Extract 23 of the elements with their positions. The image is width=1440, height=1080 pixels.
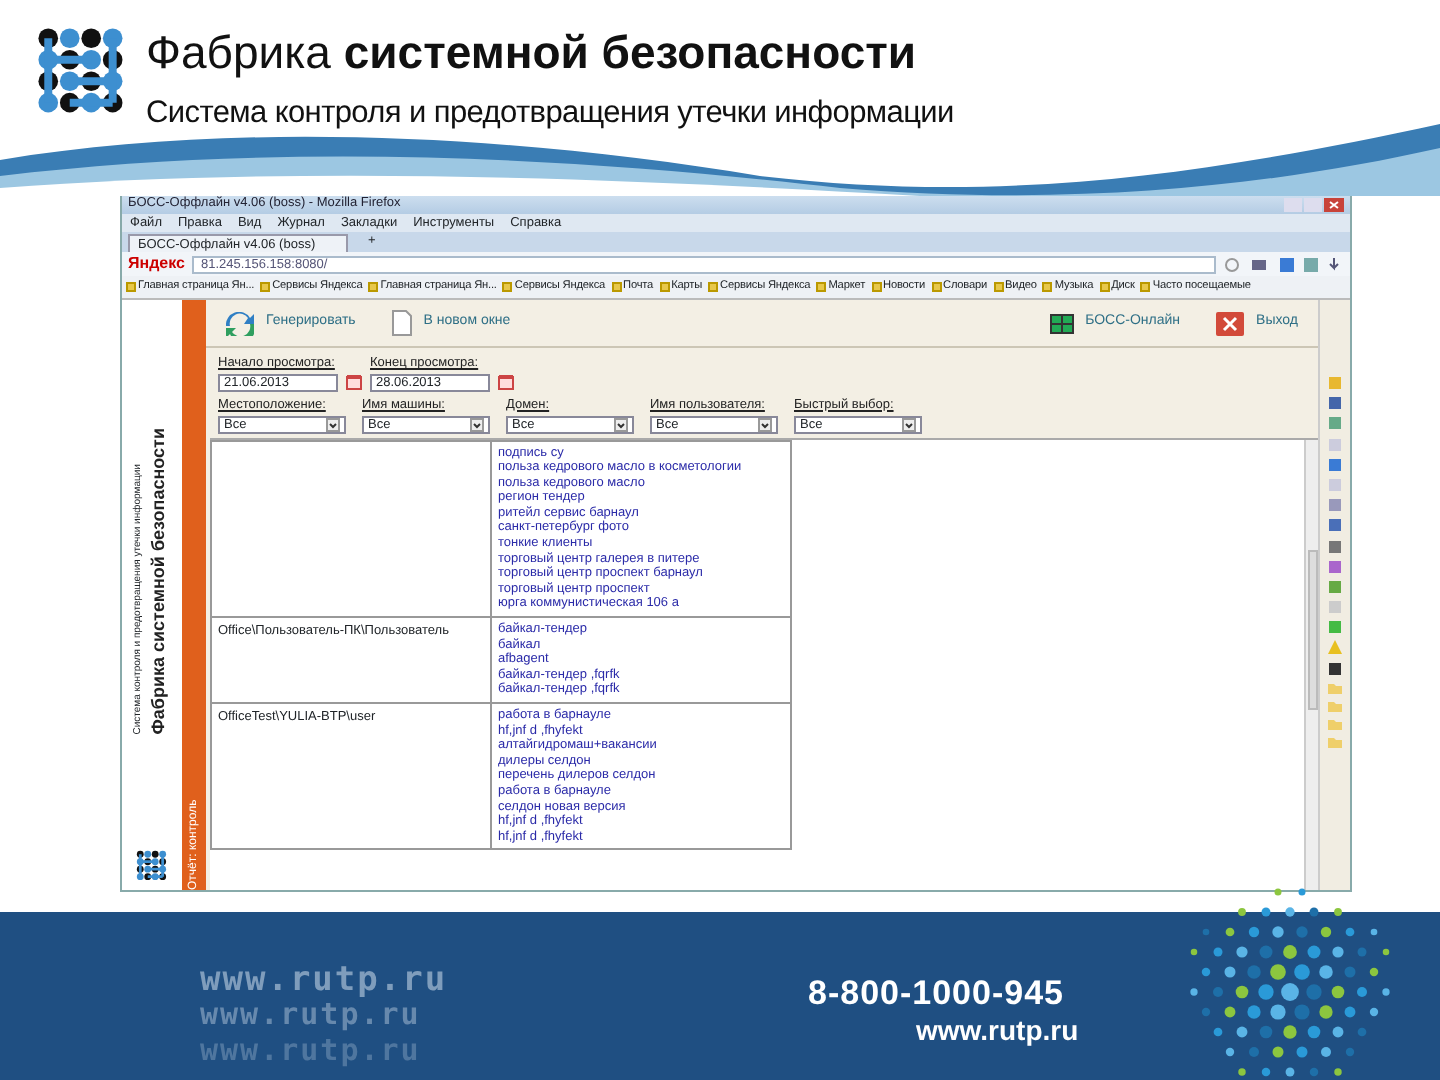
calendar-icon [498, 374, 514, 391]
slide-subtitle: Система контроля и предотвращения утечки информации [146, 94, 954, 134]
refresh-icon [226, 311, 254, 335]
logo-icon [36, 26, 128, 118]
toolbar-icons-drawing [1224, 257, 1344, 271]
warning-icon[interactable] [1328, 640, 1342, 655]
sidebar-logo-text: Фабрика системной безопасности [146, 427, 170, 735]
search-logo: Яндекс [128, 252, 185, 276]
grid-icon [1049, 313, 1074, 333]
close-icon [1216, 311, 1245, 335]
calendar-icon [346, 374, 362, 391]
logo-icon [136, 850, 168, 882]
dropdown-arrow-icon [758, 417, 772, 431]
dropdown-arrow-icon [614, 417, 628, 431]
tool-icon[interactable] [1328, 661, 1342, 676]
page-icon [391, 310, 412, 336]
slide-title: Фабрика системной безопасности [146, 28, 917, 79]
phone-number: 8-800-1000-945 [808, 972, 1064, 1016]
dropdown-arrow-icon [470, 417, 484, 431]
scrollbar-thumb[interactable] [1308, 549, 1318, 709]
dropdown-arrow-icon [902, 417, 916, 431]
website-link[interactable]: www.rutp.ru [916, 1010, 1079, 1052]
dropdown-arrow-icon [326, 417, 340, 431]
